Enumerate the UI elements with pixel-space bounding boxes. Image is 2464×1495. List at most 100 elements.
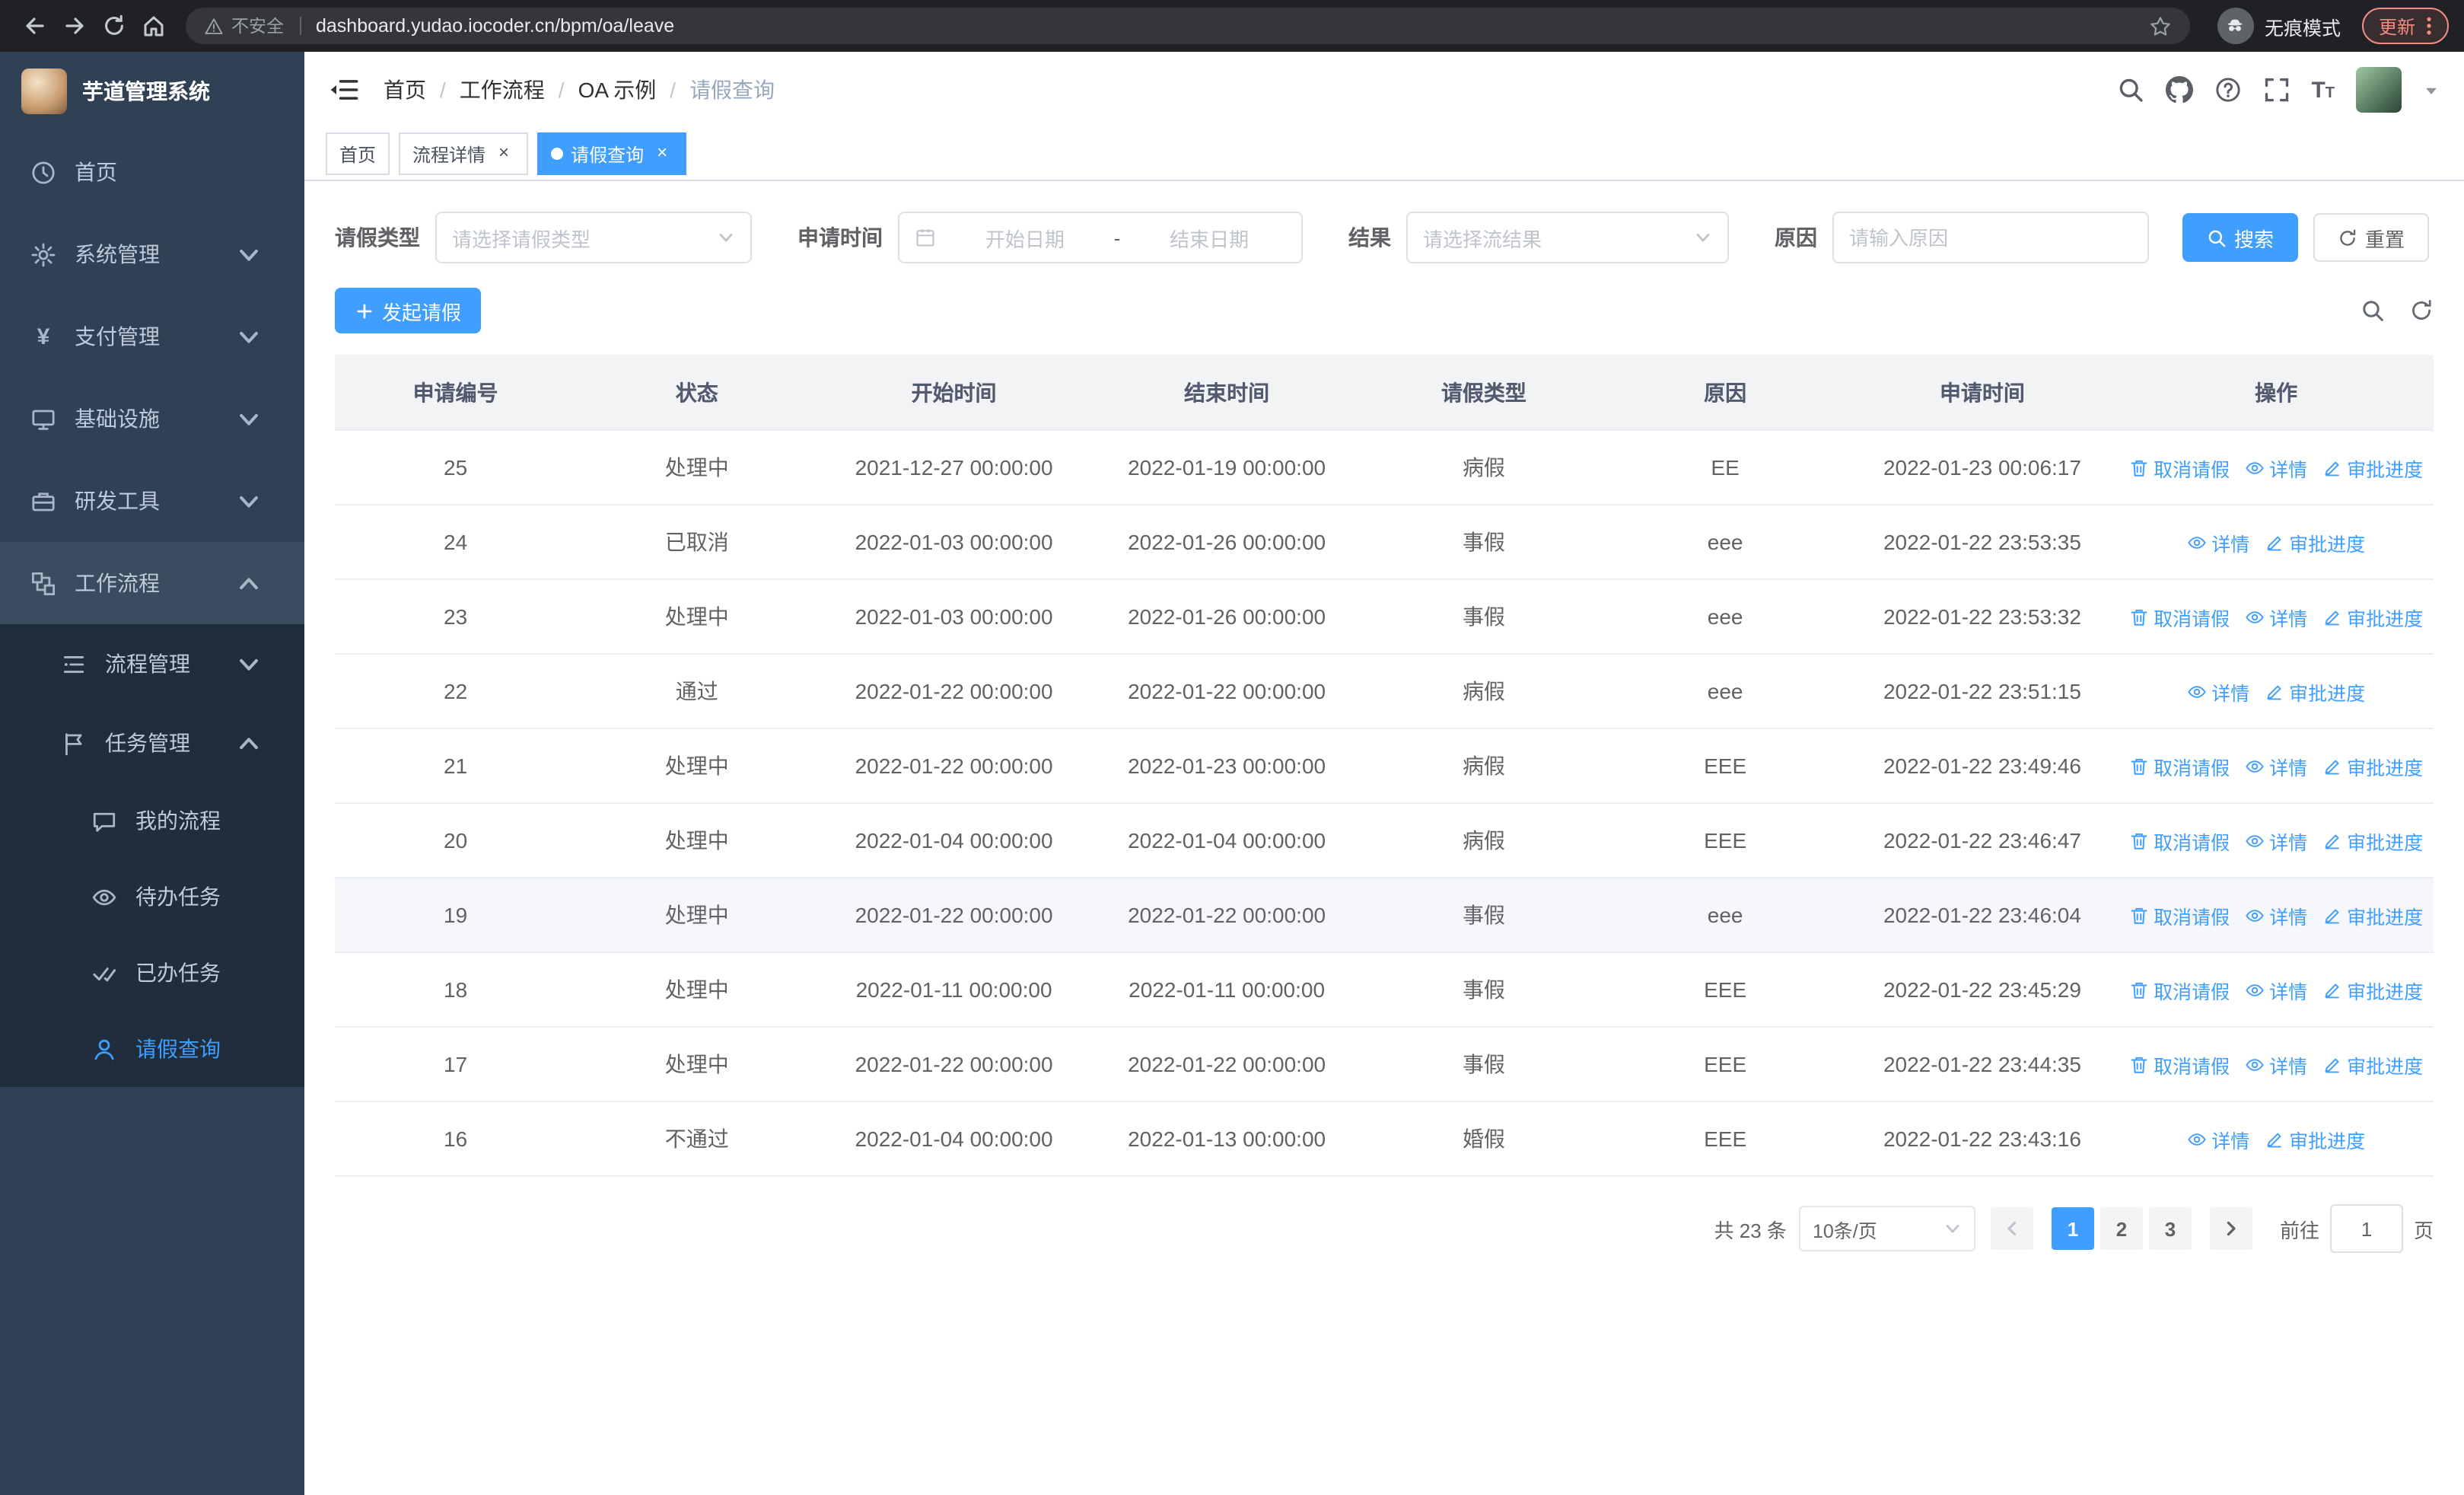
create-leave-button[interactable]: 发起请假 (335, 288, 482, 333)
breadcrumb-item[interactable]: OA 示例 (578, 75, 657, 105)
table-row: 18 处理中 2022-01-11 00:00:00 2022-01-11 00:00… (335, 952, 2434, 1028)
trash-icon (2129, 905, 2149, 925)
browser-reload-button[interactable] (94, 6, 134, 46)
close-icon[interactable]: × (651, 142, 673, 164)
cancel-action-link[interactable]: 取消请假 (2129, 1050, 2230, 1079)
breadcrumb: 首页 / 工作流程 / OA 示例 / 请假查询 (384, 75, 775, 105)
detail-action-link[interactable]: 详情 (2245, 901, 2307, 929)
sidebar-item-label: 首页 (75, 160, 117, 184)
header-search-icon[interactable] (2116, 76, 2144, 104)
progress-action-link[interactable]: 审批进度 (2322, 901, 2423, 929)
progress-action-link[interactable]: 审批进度 (2265, 528, 2365, 556)
progress-action-link[interactable]: 审批进度 (2265, 1124, 2365, 1153)
browser-update-button[interactable]: 更新 (2361, 8, 2449, 44)
sidebar-item-workflow[interactable]: 工作流程 (0, 542, 304, 624)
page-button-3[interactable]: 3 (2148, 1207, 2192, 1250)
github-icon[interactable] (2165, 76, 2193, 104)
detail-action-link[interactable]: 详情 (2245, 975, 2307, 1004)
omnibox-divider (299, 17, 301, 35)
progress-action-link[interactable]: 审批进度 (2322, 453, 2423, 482)
detail-action-link[interactable]: 详情 (2245, 1050, 2307, 1079)
caret-down-icon[interactable] (2423, 81, 2440, 98)
cancel-action-link[interactable]: 取消请假 (2129, 602, 2230, 631)
incognito-icon (2224, 14, 2247, 37)
leave-type-select[interactable]: 请选择请假类型 (435, 212, 752, 263)
tags-view: 首页 流程详情 × 请假查询 × (304, 128, 2464, 181)
address-bar[interactable]: 不安全 dashboard.yudao.iocoder.cn/bpm/oa/le… (186, 8, 2190, 44)
sidebar-item-leave-query[interactable]: 请假查询 (0, 1011, 304, 1087)
progress-action-link[interactable]: 审批进度 (2265, 677, 2365, 706)
font-size-icon[interactable]: TT (2311, 78, 2335, 101)
page-size-select[interactable]: 10条/页 (1798, 1206, 1975, 1251)
user-avatar[interactable] (2356, 67, 2402, 113)
cancel-action-link[interactable]: 取消请假 (2129, 826, 2230, 855)
detail-action-link[interactable]: 详情 (2245, 751, 2307, 780)
cancel-action-link[interactable]: 取消请假 (2129, 901, 2230, 929)
sidebar-item-label: 系统管理 (75, 242, 160, 266)
progress-action-link[interactable]: 审批进度 (2322, 1050, 2423, 1079)
prev-page-button[interactable] (1990, 1207, 2033, 1250)
sidebar-item-home[interactable]: 首页 (0, 131, 304, 213)
page-button-2[interactable]: 2 (2099, 1207, 2143, 1250)
chevron-left-icon (2003, 1219, 2021, 1238)
reason-input[interactable] (1832, 212, 2149, 263)
next-page-button[interactable] (2209, 1207, 2252, 1250)
toggle-search-icon[interactable] (2361, 298, 2385, 323)
menu-dots-icon[interactable] (2426, 15, 2432, 37)
fullscreen-icon[interactable] (2262, 76, 2290, 104)
cancel-action-link[interactable]: 取消请假 (2129, 453, 2230, 482)
browser-forward-button[interactable] (55, 6, 94, 46)
page-button-1[interactable]: 1 (2051, 1207, 2094, 1250)
eye-icon (2245, 980, 2265, 999)
search-button[interactable]: 搜索 (2182, 213, 2299, 262)
sidebar-item-label: 已办任务 (135, 961, 221, 985)
detail-action-link[interactable]: 详情 (2245, 602, 2307, 631)
breadcrumb-separator: / (558, 78, 565, 102)
sidebar-item-system[interactable]: 系统管理 (0, 213, 304, 295)
progress-action-link[interactable]: 审批进度 (2322, 975, 2423, 1004)
detail-action-link[interactable]: 详情 (2187, 528, 2249, 556)
help-icon[interactable] (2214, 76, 2241, 104)
view-tab-home[interactable]: 首页 (326, 132, 390, 175)
sidebar-item-infrastructure[interactable]: 基础设施 (0, 378, 304, 460)
bookmark-star-icon[interactable] (2149, 14, 2172, 37)
breadcrumb-item[interactable]: 首页 (384, 75, 426, 105)
sidebar-item-payment[interactable]: ¥ 支付管理 (0, 295, 304, 378)
top-navbar: 首页 / 工作流程 / OA 示例 / 请假查询 TT (304, 52, 2464, 128)
view-tab-leave-query[interactable]: 请假查询 × (537, 132, 687, 175)
breadcrumb-item[interactable]: 工作流程 (460, 75, 545, 105)
sidebar-logo[interactable]: 芋道管理系统 (0, 52, 304, 131)
result-select[interactable]: 请选择流结果 (1406, 212, 1729, 263)
browser-home-button[interactable] (134, 6, 173, 46)
detail-action-link[interactable]: 详情 (2245, 453, 2307, 482)
toolbox-icon (30, 488, 56, 514)
sidebar-item-task-mgmt[interactable]: 任务管理 (0, 703, 304, 783)
detail-action-link[interactable]: 详情 (2187, 677, 2249, 706)
detail-action-link[interactable]: 详情 (2245, 826, 2307, 855)
progress-action-link[interactable]: 审批进度 (2322, 826, 2423, 855)
sidebar-collapse-icon[interactable] (329, 75, 359, 105)
progress-action-link[interactable]: 审批进度 (2322, 602, 2423, 631)
logo-avatar (21, 69, 67, 114)
sidebar-item-todo-tasks[interactable]: 待办任务 (0, 859, 304, 935)
progress-action-link[interactable]: 审批进度 (2322, 751, 2423, 780)
detail-action-link[interactable]: 详情 (2187, 1124, 2249, 1153)
close-icon[interactable]: × (493, 142, 514, 164)
browser-back-button[interactable] (15, 6, 55, 46)
sidebar-item-dev-tools[interactable]: 研发工具 (0, 460, 304, 542)
cell-status: 不通过 (576, 1101, 818, 1177)
cancel-action-link[interactable]: 取消请假 (2129, 751, 2230, 780)
goto-page-input[interactable] (2329, 1204, 2403, 1253)
sidebar-item-my-process[interactable]: 我的流程 (0, 783, 304, 859)
action-label: 审批进度 (2347, 608, 2424, 630)
reset-button-label: 重置 (2365, 228, 2405, 250)
url-text: dashboard.yudao.iocoder.cn/bpm/oa/leave (316, 15, 675, 37)
security-chip[interactable]: 不安全 (204, 14, 284, 38)
sidebar-item-process-mgmt[interactable]: 流程管理 (0, 624, 304, 703)
reset-button[interactable]: 重置 (2313, 213, 2430, 262)
view-tab-process-detail[interactable]: 流程详情 × (399, 132, 529, 175)
table-refresh-icon[interactable] (2409, 298, 2434, 323)
cancel-action-link[interactable]: 取消请假 (2129, 975, 2230, 1004)
apply-time-range-picker[interactable]: 开始日期 - 结束日期 (898, 212, 1303, 263)
sidebar-item-done-tasks[interactable]: 已办任务 (0, 935, 304, 1011)
